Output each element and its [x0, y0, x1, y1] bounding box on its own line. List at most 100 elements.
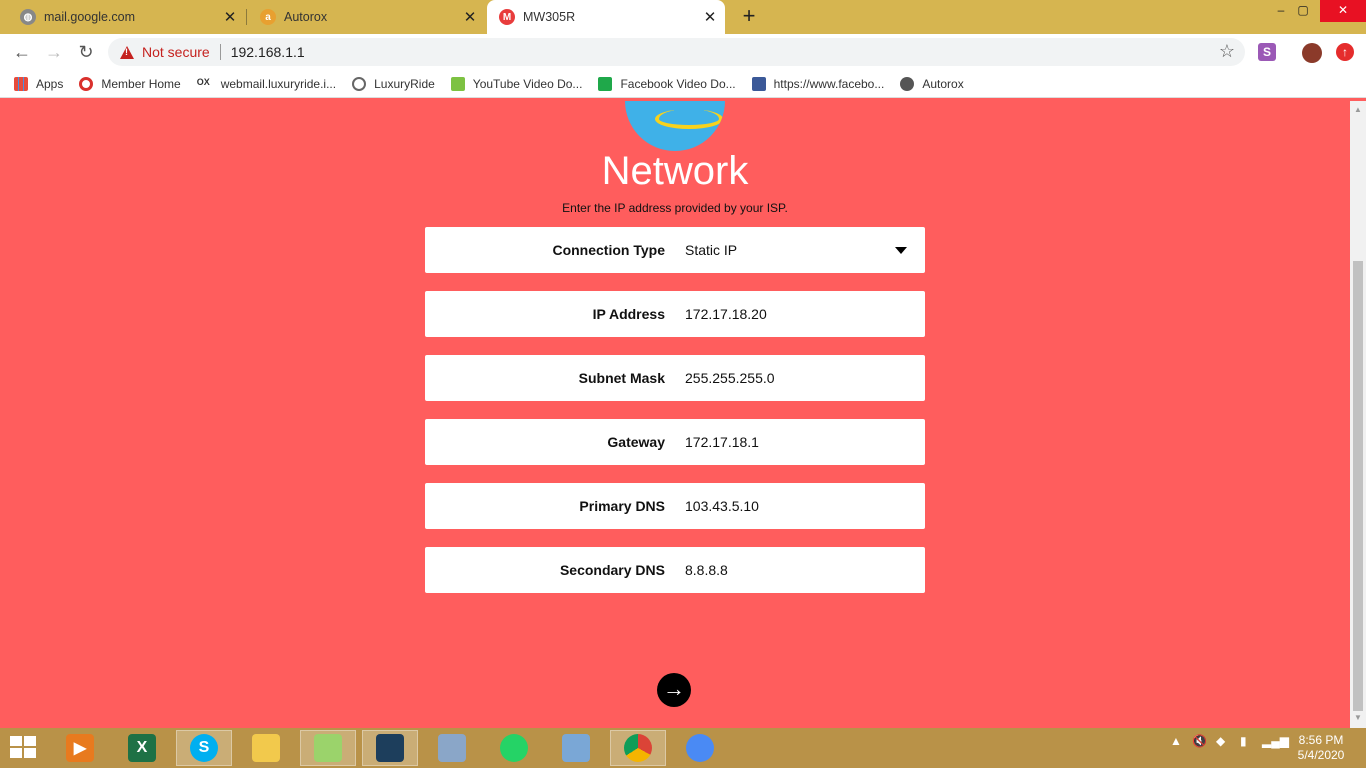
network-signal-icon[interactable]: ▂▄▆ — [1262, 734, 1289, 748]
taskbar-excel[interactable]: X — [114, 730, 170, 766]
download-arrow-icon — [450, 76, 465, 91]
clock-date: 5/4/2020 — [1297, 748, 1345, 762]
bookmark-youtube-downloader[interactable]: YouTube Video Do... — [450, 76, 583, 91]
autorox-icon: a — [260, 9, 276, 25]
taskbar-mysql-workbench[interactable] — [362, 730, 418, 766]
bookmark-facebook-downloader[interactable]: Facebook Video Do... — [598, 76, 736, 91]
dropbox-icon[interactable]: ◆ — [1216, 734, 1225, 748]
field-value[interactable]: 103.43.5.10 — [685, 498, 925, 514]
bookmark-label: webmail.luxuryride.i... — [220, 76, 337, 91]
bookmarks-bar: Apps Member Home OX webmail.luxuryride.i… — [0, 70, 1366, 98]
browser-toolbar: ← → ↻ Not secure 192.168.1.1 ☆ S ↑ — [0, 34, 1366, 70]
bookmark-autorox[interactable]: Autorox — [900, 76, 964, 91]
tab-mw305r[interactable]: M MW305R ✕ — [487, 0, 725, 34]
system-clock[interactable]: 8:56 PM 5/4/2020 — [1290, 733, 1352, 763]
profile-avatar[interactable] — [1302, 43, 1322, 63]
show-hidden-icons[interactable]: ▲ — [1170, 734, 1182, 748]
chevron-down-icon — [895, 246, 907, 254]
window-close-button[interactable]: ✕ — [1320, 0, 1366, 22]
windows-logo-pane — [10, 736, 22, 746]
bookmark-label: YouTube Video Do... — [472, 76, 583, 91]
extension-s-icon[interactable]: S — [1258, 43, 1276, 61]
taskbar-chrome[interactable] — [610, 730, 666, 766]
chrome-icon — [624, 734, 652, 762]
whatsapp-icon — [500, 734, 528, 762]
globe-icon: ◍ — [20, 9, 36, 25]
page-scrollbar[interactable]: ▲ ▼ — [1350, 101, 1366, 728]
globe-icon — [900, 76, 915, 91]
field-value[interactable]: 255.255.255.0 — [685, 370, 925, 386]
ip-address-field[interactable]: IP Address 172.17.18.20 — [425, 291, 925, 337]
luxuryride-icon — [352, 76, 367, 91]
bookmark-label: Facebook Video Do... — [620, 76, 736, 91]
clock-time: 8:56 PM — [1298, 733, 1344, 747]
field-label: IP Address — [592, 306, 665, 322]
taskbar-whatsapp[interactable] — [486, 730, 542, 766]
field-value[interactable]: 172.17.18.1 — [685, 434, 925, 450]
taskbar-media-player[interactable]: ▶ — [52, 730, 108, 766]
subnet-mask-field[interactable]: Subnet Mask 255.255.255.0 — [425, 355, 925, 401]
field-label: Secondary DNS — [559, 562, 665, 578]
ox-icon: OX — [196, 76, 213, 91]
bookmark-webmail[interactable]: OX webmail.luxuryride.i... — [196, 76, 337, 91]
power-icon[interactable]: ▮ — [1240, 734, 1247, 748]
field-value[interactable]: 8.8.8.8 — [685, 562, 925, 578]
bookmark-facebook[interactable]: https://www.facebo... — [751, 76, 885, 91]
taskbar-paint[interactable] — [548, 730, 604, 766]
omnibox-divider — [219, 44, 221, 60]
windows-logo-pane — [24, 736, 36, 746]
url-text[interactable]: 192.168.1.1 — [231, 44, 305, 60]
gateway-field[interactable]: Gateway 172.17.18.1 — [425, 419, 925, 465]
taskbar-notepad-plus[interactable] — [300, 730, 356, 766]
windows-logo-pane — [10, 748, 22, 758]
taskbar-calculator[interactable] — [424, 730, 480, 766]
next-button[interactable]: → — [657, 673, 691, 707]
page-title: Network — [601, 149, 749, 193]
taskbar-file-explorer[interactable] — [238, 730, 294, 766]
notepad-plus-icon — [314, 734, 342, 762]
tab-title: Autorox — [284, 10, 328, 24]
close-tab-icon[interactable]: ✕ — [699, 8, 721, 26]
close-tab-icon[interactable]: ✕ — [219, 8, 241, 26]
scroll-up-icon[interactable]: ▲ — [1354, 105, 1362, 114]
close-tab-icon[interactable]: ✕ — [459, 8, 481, 26]
bookmark-apps[interactable]: Apps — [14, 76, 63, 91]
back-button[interactable]: ← — [10, 40, 34, 64]
tab-autorox[interactable]: a Autorox ✕ — [248, 0, 485, 34]
mysql-workbench-icon — [376, 734, 404, 762]
reload-button[interactable]: ↻ — [74, 40, 98, 64]
field-label: Subnet Mask — [578, 370, 665, 386]
bookmark-star-icon[interactable]: ☆ — [1219, 41, 1235, 62]
field-value[interactable]: 172.17.18.20 — [685, 306, 925, 322]
bookmark-label: https://www.facebo... — [773, 76, 885, 91]
new-tab-button[interactable]: + — [738, 5, 760, 27]
connection-type-select[interactable]: Connection Type Static IP — [425, 227, 925, 273]
scroll-down-icon[interactable]: ▼ — [1354, 713, 1362, 722]
taskbar-skype[interactable]: S — [176, 730, 232, 766]
secondary-dns-field[interactable]: Secondary DNS 8.8.8.8 — [425, 547, 925, 593]
update-icon[interactable]: ↑ — [1336, 43, 1354, 61]
field-label: Primary DNS — [579, 498, 665, 514]
taskbar-chrome-canary[interactable] — [672, 730, 728, 766]
primary-dns-field[interactable]: Primary DNS 103.43.5.10 — [425, 483, 925, 529]
address-bar[interactable]: Not secure 192.168.1.1 ☆ — [108, 38, 1245, 66]
start-button[interactable] — [10, 736, 38, 760]
security-indicator[interactable]: Not secure — [142, 44, 210, 60]
windows-logo-pane — [24, 748, 36, 758]
volume-muted-icon[interactable]: 🔇 — [1192, 734, 1207, 748]
bookmark-luxuryride[interactable]: LuxuryRide — [352, 76, 435, 91]
bookmark-member-home[interactable]: Member Home — [79, 76, 181, 91]
warning-icon — [120, 45, 134, 59]
chrome-canary-icon — [686, 734, 714, 762]
tab-title: mail.google.com — [44, 10, 136, 24]
page-subtitle: Enter the IP address provided by your IS… — [562, 201, 788, 215]
tab-mail[interactable]: ◍ mail.google.com ✕ — [0, 0, 245, 34]
member-home-icon — [79, 76, 94, 91]
router-logo — [625, 101, 725, 151]
paint-icon — [562, 734, 590, 762]
scrollbar-thumb[interactable] — [1353, 261, 1363, 711]
apps-grid-icon — [14, 76, 28, 91]
router-setup-page: Network Enter the IP address provided by… — [0, 101, 1350, 728]
forward-button[interactable]: → — [42, 40, 66, 64]
windows-taskbar: ▶ X S ▲ 🔇 ◆ ▮ ▂▄▆ 8:56 PM 5/4/2020 — [0, 728, 1366, 768]
